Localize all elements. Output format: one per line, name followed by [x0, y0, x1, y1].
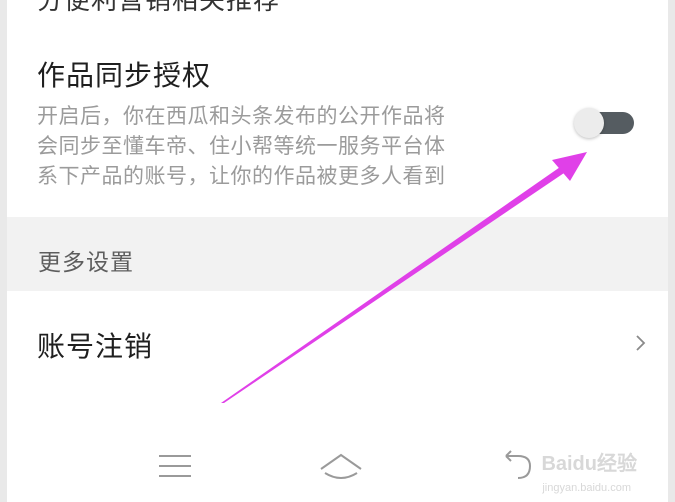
annotation-arrow — [221, 152, 587, 403]
annotation-arrow-shaft — [221, 165, 567, 403]
baidu-watermark-url: jingyan.baidu.com — [542, 482, 631, 494]
baidu-watermark: Baidu经验 — [541, 453, 637, 475]
